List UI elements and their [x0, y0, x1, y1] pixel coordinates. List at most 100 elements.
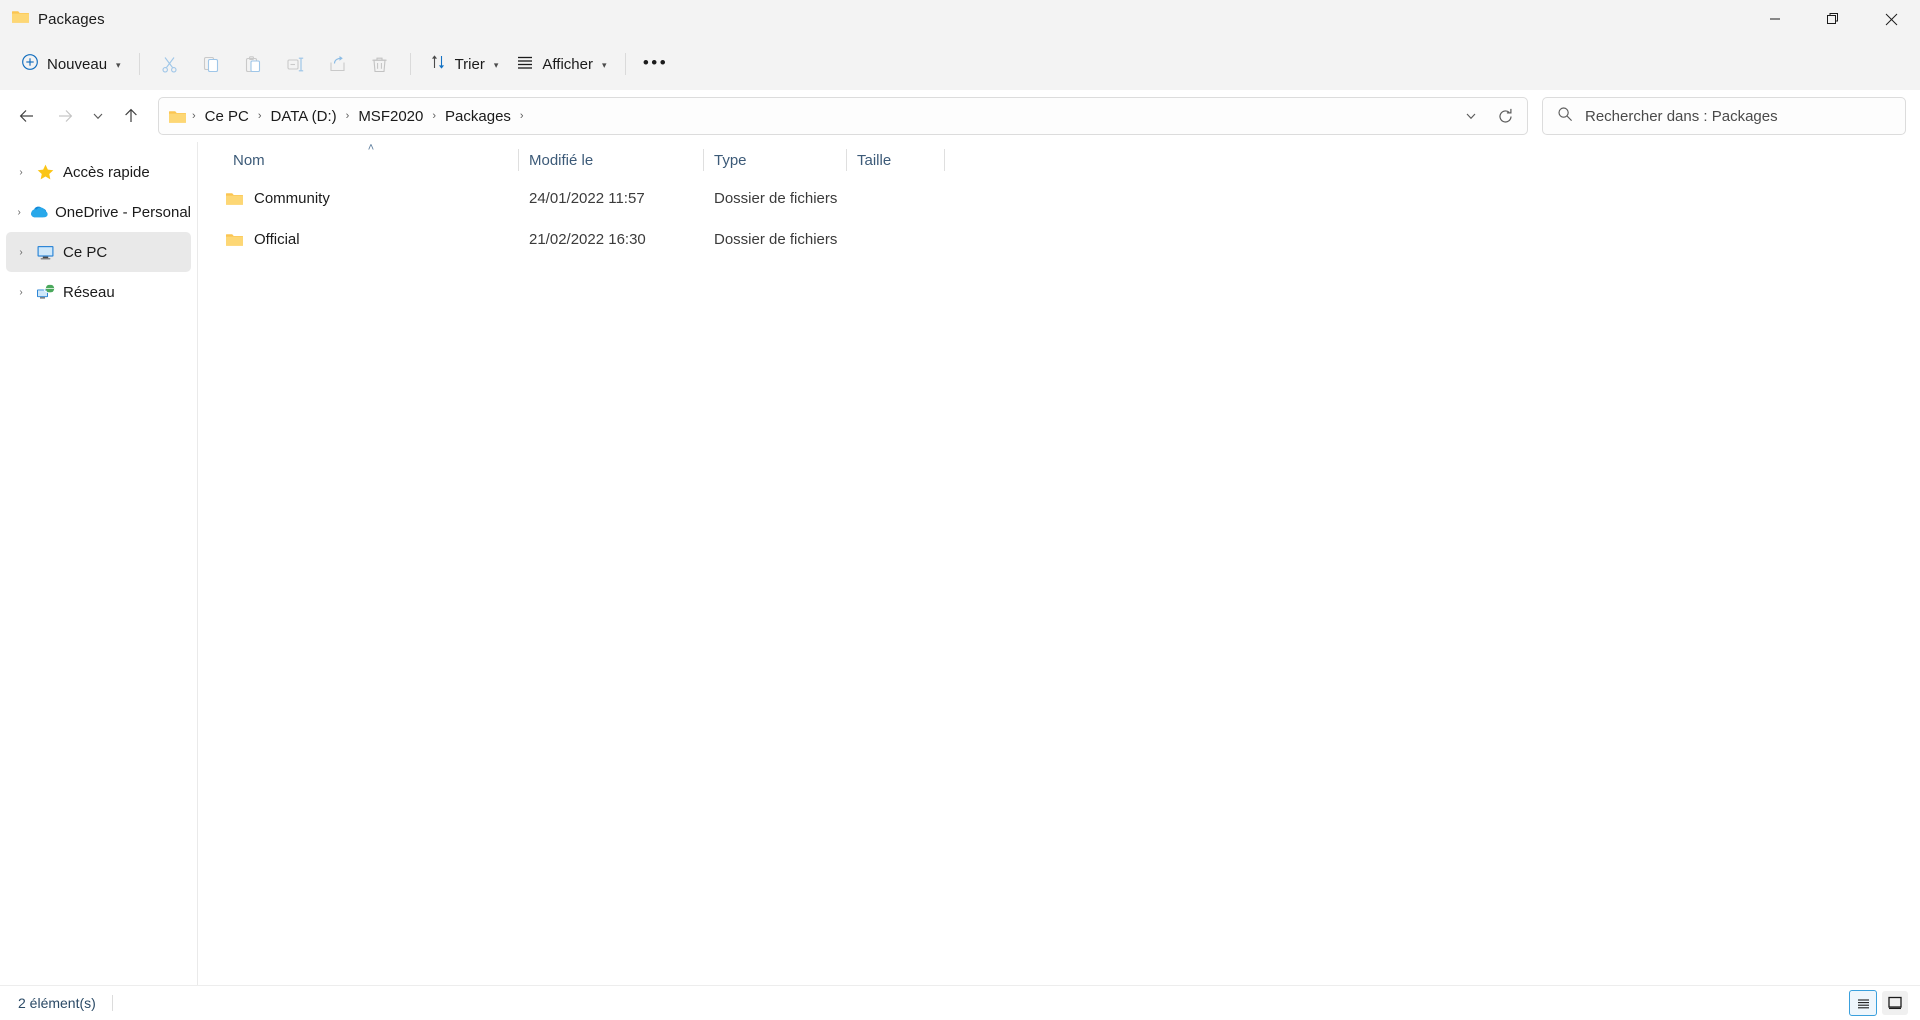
breadcrumb: › Ce PC › DATA (D:) › MSF2020 › Packages…: [190, 104, 1455, 129]
refresh-button[interactable]: [1489, 101, 1521, 131]
chevron-down-icon: ▾: [601, 59, 607, 70]
breadcrumb-item-ce-pc[interactable]: Ce PC: [198, 104, 256, 129]
restore-button[interactable]: [1804, 0, 1862, 38]
command-bar: Nouveau ▾ Trier ▾ Afficher ▾ •••: [0, 38, 1920, 90]
item-count-label: 2 élément(s): [18, 995, 96, 1011]
hamburger-icon: [516, 53, 534, 75]
breadcrumb-item-data-d[interactable]: DATA (D:): [264, 104, 344, 129]
share-icon[interactable]: [317, 46, 359, 82]
chevron-right-icon[interactable]: ›: [10, 272, 32, 312]
details-view-button[interactable]: [1849, 990, 1877, 1016]
folder-icon: [226, 232, 243, 247]
sidebar-item-acces-rapide[interactable]: › Accès rapide: [6, 152, 191, 192]
sort-ascending-icon: ˄: [367, 142, 375, 154]
column-headers: ˄ Nom Modifié le Type Taille: [198, 142, 1920, 178]
table-row[interactable]: Official 21/02/2022 16:30 Dossier de fic…: [198, 219, 1920, 260]
navigation-pane: › Accès rapide › OneDrive - Personal › C…: [0, 142, 198, 985]
folder-icon: [169, 109, 186, 124]
paste-icon[interactable]: [233, 46, 275, 82]
column-divider[interactable]: [944, 149, 945, 171]
search-icon: [1557, 106, 1573, 127]
chevron-down-icon: ▾: [493, 59, 499, 70]
delete-icon[interactable]: [359, 46, 401, 82]
sidebar-item-label: Accès rapide: [63, 163, 150, 181]
chevron-down-icon: ▾: [116, 59, 121, 70]
plus-circle-icon: [21, 53, 39, 75]
address-bar[interactable]: › Ce PC › DATA (D:) › MSF2020 › Packages…: [158, 97, 1528, 135]
up-button[interactable]: [112, 98, 150, 134]
sort-arrows-icon: [429, 53, 447, 75]
file-list: Community 24/01/2022 11:57 Dossier de fi…: [198, 178, 1920, 985]
rename-icon[interactable]: [275, 46, 317, 82]
file-explorer-window: Packages Nouveau ▾ Trier ▾ Afficher ▾ ••…: [0, 0, 1920, 1020]
copy-icon[interactable]: [191, 46, 233, 82]
breadcrumb-separator: ›: [519, 110, 524, 122]
breadcrumb-item-packages[interactable]: Packages: [438, 104, 518, 129]
chevron-right-icon[interactable]: ›: [10, 152, 32, 192]
column-header-label: Modifié le: [529, 151, 594, 169]
view-toggles: [1849, 990, 1908, 1016]
sidebar-item-onedrive-personal[interactable]: › OneDrive - Personal: [6, 192, 191, 232]
column-header-size[interactable]: Taille: [847, 142, 945, 178]
toolbar-divider-3: [624, 53, 626, 75]
ellipsis-icon: •••: [642, 52, 669, 72]
star-icon: [32, 152, 58, 192]
file-modified: 21/02/2022 16:30: [529, 231, 646, 248]
column-header-label: Nom: [233, 151, 265, 169]
file-name: Official: [254, 231, 300, 248]
view-button-label: Afficher: [542, 55, 593, 73]
toolbar-divider-1: [138, 53, 140, 75]
forward-button[interactable]: [46, 98, 84, 134]
column-header-label: Taille: [857, 151, 892, 169]
minimize-button[interactable]: [1746, 0, 1804, 38]
status-bar: 2 élément(s): [0, 985, 1920, 1020]
overflow-menu-button[interactable]: •••: [635, 46, 677, 82]
large-icons-view-button[interactable]: [1882, 991, 1908, 1015]
file-type: Dossier de fichiers: [714, 190, 838, 207]
breadcrumb-separator: ›: [257, 110, 262, 122]
column-header-modified[interactable]: Modifié le: [519, 142, 704, 178]
sort-button-label: Trier: [454, 55, 485, 73]
new-button[interactable]: Nouveau ▾: [12, 46, 130, 82]
window-controls: [1746, 0, 1920, 38]
file-name-cell: Official: [223, 231, 519, 248]
search-placeholder: Rechercher dans : Packages: [1585, 107, 1778, 125]
chevron-right-icon[interactable]: ›: [10, 192, 28, 232]
explorer-body: › Accès rapide › OneDrive - Personal › C…: [0, 142, 1920, 985]
address-bar-row: › Ce PC › DATA (D:) › MSF2020 › Packages…: [0, 90, 1920, 142]
title-bar: Packages: [0, 0, 1920, 38]
breadcrumb-separator: ›: [432, 110, 437, 122]
column-header-label: Type: [714, 151, 747, 169]
file-list-pane: ˄ Nom Modifié le Type Taille Community 2…: [198, 142, 1920, 985]
status-divider: [111, 995, 113, 1011]
recent-locations-button[interactable]: [84, 98, 112, 134]
sidebar-item-ce-pc[interactable]: › Ce PC: [6, 232, 191, 272]
close-button[interactable]: [1862, 0, 1920, 38]
folder-icon: [11, 9, 29, 29]
table-row[interactable]: Community 24/01/2022 11:57 Dossier de fi…: [198, 178, 1920, 219]
cloud-icon: [28, 192, 50, 232]
sidebar-item-reseau[interactable]: › Réseau: [6, 272, 191, 312]
new-button-label: Nouveau: [47, 55, 108, 73]
back-button[interactable]: [8, 98, 46, 134]
column-header-type[interactable]: Type: [704, 142, 847, 178]
column-header-name[interactable]: ˄ Nom: [223, 142, 519, 178]
monitor-icon: [32, 232, 58, 272]
breadcrumb-separator: ›: [192, 110, 196, 122]
cut-icon[interactable]: [149, 46, 191, 82]
sort-button[interactable]: Trier ▾: [420, 46, 508, 82]
file-name-cell: Community: [223, 190, 519, 207]
sidebar-item-label: OneDrive - Personal: [55, 203, 191, 221]
breadcrumb-item-msf2020[interactable]: MSF2020: [351, 104, 430, 129]
file-type: Dossier de fichiers: [714, 231, 838, 248]
address-dropdown-button[interactable]: [1455, 101, 1487, 131]
title-bar-left: Packages: [0, 9, 105, 29]
sidebar-item-label: Réseau: [63, 283, 115, 301]
breadcrumb-separator: ›: [345, 110, 350, 122]
search-input[interactable]: Rechercher dans : Packages: [1542, 97, 1906, 135]
view-button[interactable]: Afficher ▾: [507, 46, 615, 82]
address-bar-actions: [1455, 101, 1525, 131]
sidebar-item-label: Ce PC: [63, 243, 108, 261]
chevron-right-icon[interactable]: ›: [10, 232, 32, 272]
toolbar-divider-2: [409, 53, 411, 75]
